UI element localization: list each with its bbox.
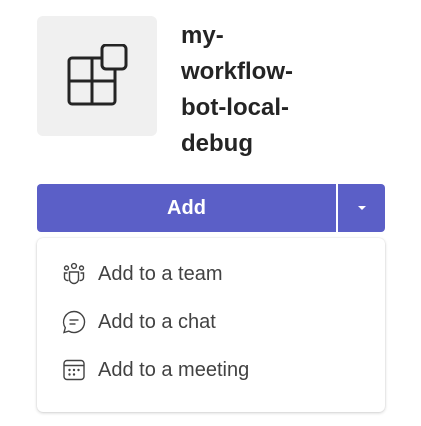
menu-item-label: Add to a meeting bbox=[98, 358, 250, 381]
add-dropdown-toggle[interactable] bbox=[338, 184, 385, 232]
chevron-down-icon bbox=[357, 206, 366, 210]
menu-item-label: Add to a team bbox=[98, 262, 223, 285]
people-team-icon bbox=[61, 261, 87, 287]
add-options-menu: Add to a team Add to a chat Add to a mee… bbox=[37, 238, 385, 412]
menu-item-add-to-meeting[interactable]: Add to a meeting bbox=[37, 346, 385, 394]
calendar-icon bbox=[61, 357, 87, 383]
menu-item-add-to-chat[interactable]: Add to a chat bbox=[37, 298, 385, 346]
apps-add-icon bbox=[67, 44, 128, 106]
menu-item-add-to-team[interactable]: Add to a team bbox=[37, 250, 385, 298]
menu-item-label: Add to a chat bbox=[98, 310, 216, 333]
add-button[interactable]: Add bbox=[37, 184, 336, 232]
add-split-button: Add bbox=[37, 184, 385, 232]
app-icon-tile bbox=[37, 16, 157, 136]
split-divider bbox=[336, 184, 338, 232]
app-details-panel: my- workflow- bot-local- debug Add Add t… bbox=[0, 0, 421, 426]
app-name: my- workflow- bot-local- debug bbox=[181, 22, 293, 157]
chat-icon bbox=[61, 309, 87, 335]
